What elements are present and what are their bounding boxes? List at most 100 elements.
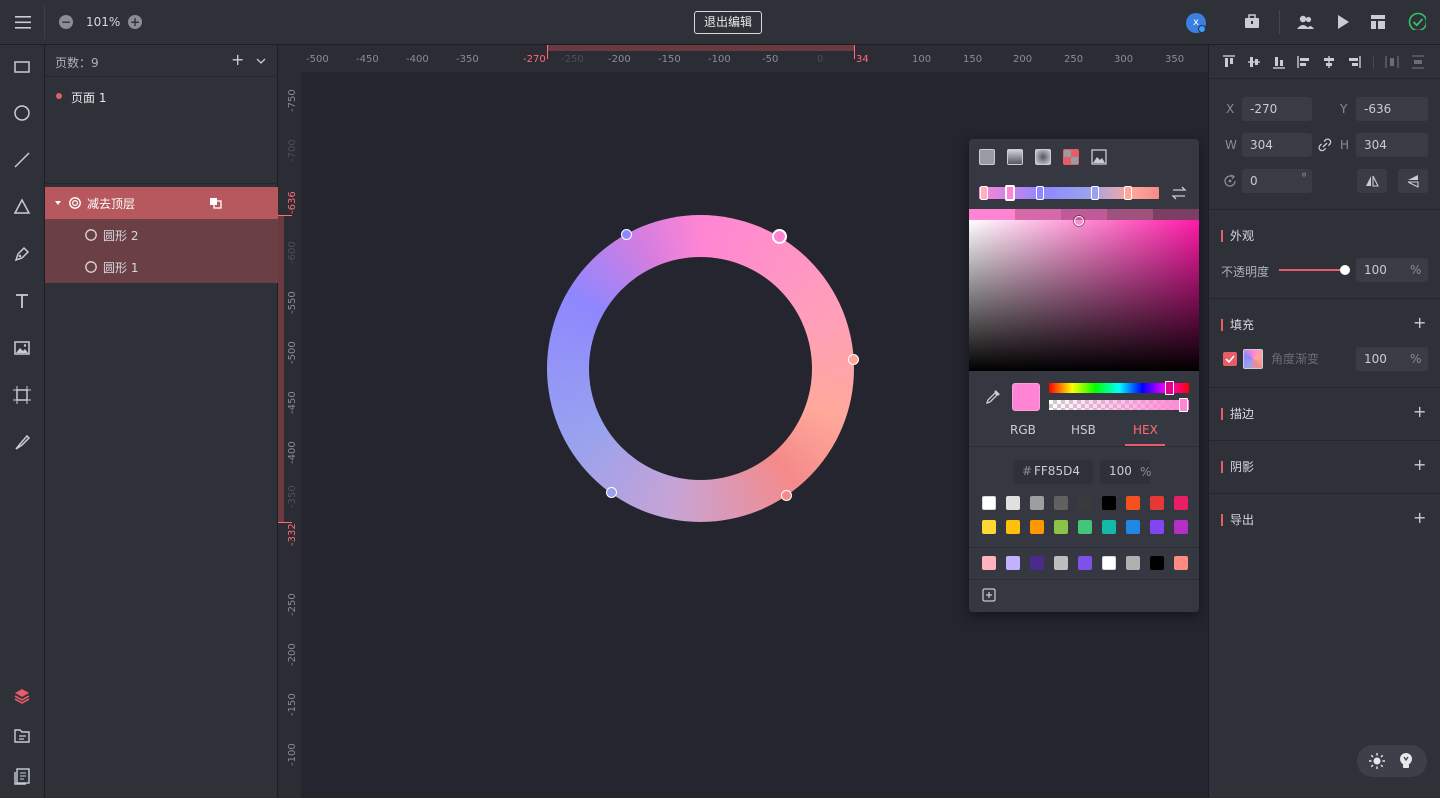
layers-icon[interactable] bbox=[12, 686, 32, 706]
vertical-ruler[interactable]: -750 -700 -636 -600 -550 -500 -450 -400 … bbox=[278, 72, 301, 798]
y-input[interactable]: -636 bbox=[1356, 97, 1428, 121]
color-swatch[interactable] bbox=[1030, 520, 1044, 534]
recent-color-swatch[interactable] bbox=[1078, 556, 1092, 570]
radial-gradient-icon[interactable] bbox=[1035, 149, 1051, 165]
color-swatch[interactable] bbox=[1102, 496, 1116, 510]
swap-arrows-icon[interactable] bbox=[1171, 186, 1187, 200]
color-swatch[interactable] bbox=[1078, 496, 1092, 510]
align-horizontal-center-icon[interactable] bbox=[1322, 55, 1336, 69]
layer-row-circle-2[interactable]: 圆形 2 bbox=[45, 219, 278, 251]
add-shadow-button[interactable]: + bbox=[1413, 455, 1426, 474]
subtract-mode-icon[interactable] bbox=[209, 197, 223, 209]
gradient-stop-handle-active[interactable] bbox=[772, 229, 787, 244]
zoom-out-button[interactable]: − bbox=[59, 15, 73, 29]
recent-color-swatch[interactable] bbox=[1006, 556, 1020, 570]
artboard-tool-icon[interactable] bbox=[12, 385, 32, 405]
save-check-icon[interactable] bbox=[1408, 12, 1426, 30]
fill-enabled-checkbox[interactable] bbox=[1223, 352, 1237, 366]
gradient-stop-handle[interactable] bbox=[781, 490, 792, 501]
align-top-icon[interactable] bbox=[1222, 55, 1236, 69]
layer-row-subtract[interactable]: 减去顶层 bbox=[45, 187, 278, 219]
h-input[interactable]: 304 bbox=[1356, 133, 1428, 157]
gradient-stop-marker[interactable] bbox=[1036, 186, 1044, 200]
triangle-tool-icon[interactable] bbox=[12, 197, 32, 217]
gradient-stop-marker[interactable] bbox=[1091, 186, 1099, 200]
ring-shape[interactable] bbox=[547, 215, 854, 522]
color-swatch[interactable] bbox=[1150, 520, 1164, 534]
add-stroke-button[interactable]: + bbox=[1413, 402, 1426, 421]
distribute-vertical-icon[interactable] bbox=[1411, 55, 1425, 69]
align-vertical-center-icon[interactable] bbox=[1247, 55, 1261, 69]
opacity-slider-track[interactable] bbox=[1279, 269, 1345, 271]
align-right-icon[interactable] bbox=[1347, 55, 1361, 69]
light-mode-icon[interactable] bbox=[1368, 752, 1386, 770]
zoom-in-button[interactable]: + bbox=[128, 15, 142, 29]
add-page-button[interactable]: + bbox=[231, 50, 244, 69]
color-swatch[interactable] bbox=[982, 496, 996, 510]
layer-row-circle-1[interactable]: 圆形 1 bbox=[45, 251, 278, 283]
menu-icon[interactable] bbox=[14, 13, 32, 31]
collaborators-icon[interactable] bbox=[1296, 13, 1314, 31]
tab-hex[interactable]: HEX bbox=[1133, 423, 1158, 437]
flip-horizontal-button[interactable] bbox=[1357, 169, 1387, 193]
page-item[interactable]: 页面 1 bbox=[45, 81, 278, 113]
align-bottom-icon[interactable] bbox=[1272, 55, 1286, 69]
recent-color-swatch[interactable] bbox=[1102, 556, 1116, 570]
link-ratio-icon[interactable] bbox=[1318, 138, 1332, 152]
recent-color-swatch[interactable] bbox=[1030, 556, 1044, 570]
chevron-down-icon[interactable] bbox=[255, 56, 267, 66]
w-input[interactable]: 304 bbox=[1242, 133, 1312, 157]
flip-vertical-button[interactable] bbox=[1398, 169, 1428, 193]
text-tool-icon[interactable] bbox=[12, 291, 32, 311]
caret-down-icon[interactable] bbox=[54, 199, 62, 207]
add-export-button[interactable]: + bbox=[1413, 508, 1426, 527]
color-swatch[interactable] bbox=[1174, 496, 1188, 510]
add-swatch-icon[interactable] bbox=[982, 588, 996, 602]
tab-hsb[interactable]: HSB bbox=[1071, 423, 1096, 437]
color-swatch[interactable] bbox=[1006, 496, 1020, 510]
image-fill-icon[interactable] bbox=[1091, 149, 1107, 165]
x-input[interactable]: -270 bbox=[1242, 97, 1312, 121]
color-swatch[interactable] bbox=[982, 520, 996, 534]
opacity-slider-thumb[interactable] bbox=[1340, 265, 1350, 275]
fill-gradient-swatch[interactable] bbox=[1243, 349, 1263, 369]
add-fill-button[interactable]: + bbox=[1413, 313, 1426, 332]
color-swatch[interactable] bbox=[1030, 496, 1044, 510]
color-swatch[interactable] bbox=[1126, 520, 1140, 534]
gradient-stop-handle[interactable] bbox=[848, 354, 859, 365]
assets-icon[interactable] bbox=[12, 726, 32, 746]
recent-color-swatch[interactable] bbox=[1126, 556, 1140, 570]
color-swatch[interactable] bbox=[1054, 520, 1068, 534]
color-swatch[interactable] bbox=[1054, 496, 1068, 510]
rectangle-tool-icon[interactable] bbox=[12, 57, 32, 77]
angular-gradient-icon[interactable] bbox=[1063, 149, 1079, 165]
shade-strip[interactable] bbox=[969, 209, 1199, 220]
hex-input[interactable]: # FF85D4 bbox=[1013, 460, 1093, 484]
alpha-slider-thumb[interactable] bbox=[1179, 398, 1188, 412]
linear-gradient-icon[interactable] bbox=[1007, 149, 1023, 165]
solid-fill-icon[interactable] bbox=[979, 149, 995, 165]
color-swatch[interactable] bbox=[1078, 520, 1092, 534]
play-icon[interactable] bbox=[1334, 13, 1352, 31]
image-tool-icon[interactable] bbox=[12, 338, 32, 358]
align-left-icon[interactable] bbox=[1297, 55, 1311, 69]
saturation-value-area[interactable] bbox=[969, 220, 1199, 371]
recent-color-swatch[interactable] bbox=[982, 556, 996, 570]
color-swatch[interactable] bbox=[1006, 520, 1020, 534]
color-swatch[interactable] bbox=[1174, 520, 1188, 534]
recent-color-swatch[interactable] bbox=[1174, 556, 1188, 570]
recent-color-swatch[interactable] bbox=[1054, 556, 1068, 570]
color-cursor[interactable] bbox=[1074, 216, 1084, 226]
distribute-horizontal-icon[interactable] bbox=[1385, 55, 1399, 69]
horizontal-ruler[interactable]: -500 -450 -400 -350 -270 -250 -200 -150 … bbox=[278, 45, 1208, 72]
alpha-slider[interactable] bbox=[1049, 400, 1189, 410]
color-swatch[interactable] bbox=[1102, 520, 1116, 534]
eyedropper-icon[interactable] bbox=[984, 388, 1002, 406]
gradient-stop-marker-active[interactable] bbox=[1005, 185, 1015, 201]
slice-tool-icon[interactable] bbox=[12, 432, 32, 452]
gradient-stop-marker[interactable] bbox=[980, 186, 988, 200]
line-tool-icon[interactable] bbox=[12, 150, 32, 170]
tips-lightbulb-icon[interactable] bbox=[1397, 751, 1415, 771]
exit-edit-button[interactable]: 退出编辑 bbox=[694, 11, 762, 34]
gradient-stop-marker[interactable] bbox=[1124, 186, 1132, 200]
